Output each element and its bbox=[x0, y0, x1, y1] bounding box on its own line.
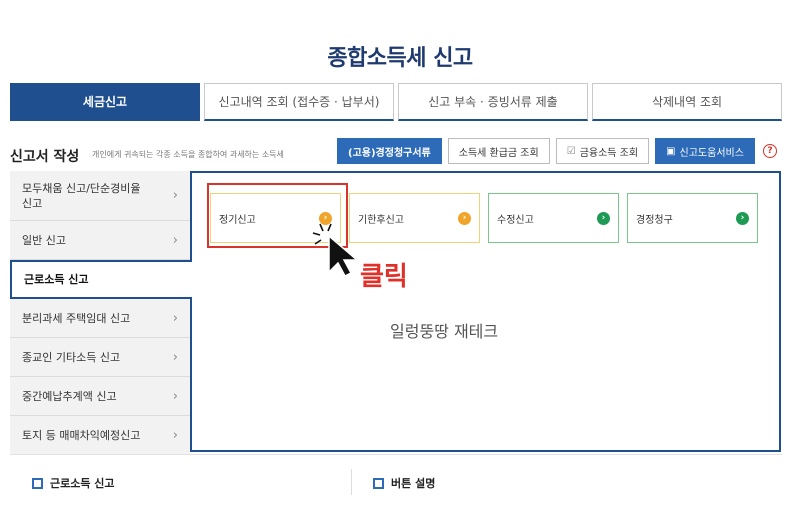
tab-attachments[interactable]: 신고 부속 · 증빙서류 제출 bbox=[398, 83, 588, 121]
chevron-right-icon: › bbox=[172, 232, 178, 248]
button-description-info: 버튼 설명 bbox=[373, 475, 435, 491]
correction-documents-button[interactable]: (고용)경정청구서류 bbox=[337, 138, 442, 164]
checkbox-icon: ☑ bbox=[566, 145, 576, 157]
sidebar-item-label: 모두채움 신고/단순경비율 신고 bbox=[22, 181, 141, 210]
tab-tax-filing[interactable]: 세금신고 bbox=[10, 83, 200, 121]
chevron-right-icon: › bbox=[172, 427, 178, 443]
click-annotation-label: 클릭 bbox=[360, 262, 408, 292]
watermark-text: 일렁뚱땅 재테크 bbox=[390, 322, 499, 341]
section-description: 개인에게 귀속되는 각종 소득을 종합하여 과세하는 소득세 bbox=[92, 150, 284, 159]
tab-filing-history[interactable]: 신고내역 조회 (접수증 · 납부서) bbox=[204, 83, 394, 121]
sidebar-item-label: 근로소득 신고 bbox=[24, 273, 89, 286]
refund-claim-card[interactable]: 경정청구 › bbox=[627, 193, 758, 243]
arrow-right-icon: › bbox=[736, 211, 749, 225]
earned-income-info: 근로소득 신고 bbox=[32, 475, 115, 491]
bottom-info-bar: 근로소득 신고 버튼 설명 bbox=[10, 454, 782, 514]
sidebar-item-earned-income[interactable]: 근로소득 신고 bbox=[10, 260, 192, 299]
amended-filing-card[interactable]: 수정신고 › bbox=[488, 193, 619, 243]
square-bullet-icon bbox=[373, 477, 384, 489]
toolbar: (고용)경정청구서류 소득세 환급금 조회 ☑ 금융소득 조회 ▣ 신고도움서비… bbox=[337, 138, 777, 164]
filing-help-service-label: 신고도움서비스 bbox=[679, 147, 744, 159]
arrow-right-icon: › bbox=[458, 211, 471, 225]
button-description-label: 버튼 설명 bbox=[391, 477, 436, 490]
help-icon[interactable]: ? bbox=[762, 144, 777, 158]
chevron-right-icon: › bbox=[172, 388, 178, 404]
sidebar-item-rental-income[interactable]: 분리과세 주택임대 신고 › bbox=[10, 299, 190, 338]
arrow-right-icon: › bbox=[597, 211, 610, 225]
sidebar-item-prefilled[interactable]: 모두채움 신고/단순경비율 신고 › bbox=[10, 171, 190, 221]
chevron-right-icon: › bbox=[172, 349, 178, 365]
financial-income-label: 금융소득 조회 bbox=[579, 147, 639, 159]
card-label: 경정청구 bbox=[636, 214, 673, 226]
sidebar-item-label: 일반 신고 bbox=[22, 233, 66, 247]
refund-inquiry-button[interactable]: 소득세 환급금 조회 bbox=[447, 138, 550, 164]
sidebar-item-religious-income[interactable]: 종교인 기타소득 신고 › bbox=[10, 338, 190, 377]
card-label: 수정신고 bbox=[497, 214, 534, 226]
square-bullet-icon bbox=[32, 477, 43, 489]
book-icon: ▣ bbox=[666, 145, 676, 157]
tab-deleted-history[interactable]: 삭제내역 조회 bbox=[592, 83, 782, 121]
sidebar-item-general[interactable]: 일반 신고 › bbox=[10, 221, 190, 260]
filing-type-sidebar: 모두채움 신고/단순경비율 신고 › 일반 신고 › 근로소득 신고 분리과세 … bbox=[10, 171, 192, 455]
main-tabs: 세금신고 신고내역 조회 (접수증 · 납부서) 신고 부속 · 증빙서류 제출… bbox=[10, 83, 782, 121]
financial-income-button[interactable]: ☑ 금융소득 조회 bbox=[555, 138, 650, 164]
divider bbox=[351, 469, 352, 495]
sidebar-item-label: 토지 등 매매차익예정신고 bbox=[22, 428, 141, 442]
sidebar-item-label: 분리과세 주택임대 신고 bbox=[22, 311, 131, 325]
chevron-right-icon: › bbox=[172, 188, 178, 203]
sidebar-item-land-sale[interactable]: 토지 등 매매차익예정신고 › bbox=[10, 416, 190, 455]
sidebar-item-label: 종교인 기타소득 신고 bbox=[22, 350, 121, 364]
page-title: 종합소득세 신고 bbox=[327, 46, 473, 71]
sidebar-item-label: 중간예납추계액 신고 bbox=[22, 389, 117, 403]
section-heading: 신고서 작성 bbox=[10, 149, 80, 165]
chevron-right-icon: › bbox=[172, 310, 178, 326]
late-filing-card[interactable]: 기한후신고 › bbox=[349, 193, 480, 243]
filing-help-service-button[interactable]: ▣ 신고도움서비스 bbox=[655, 138, 755, 164]
earned-income-info-label: 근로소득 신고 bbox=[50, 477, 115, 490]
sidebar-item-interim-prepayment[interactable]: 중간예납추계액 신고 › bbox=[10, 377, 190, 416]
mouse-cursor-icon bbox=[312, 223, 360, 277]
card-label: 기한후신고 bbox=[358, 214, 404, 226]
